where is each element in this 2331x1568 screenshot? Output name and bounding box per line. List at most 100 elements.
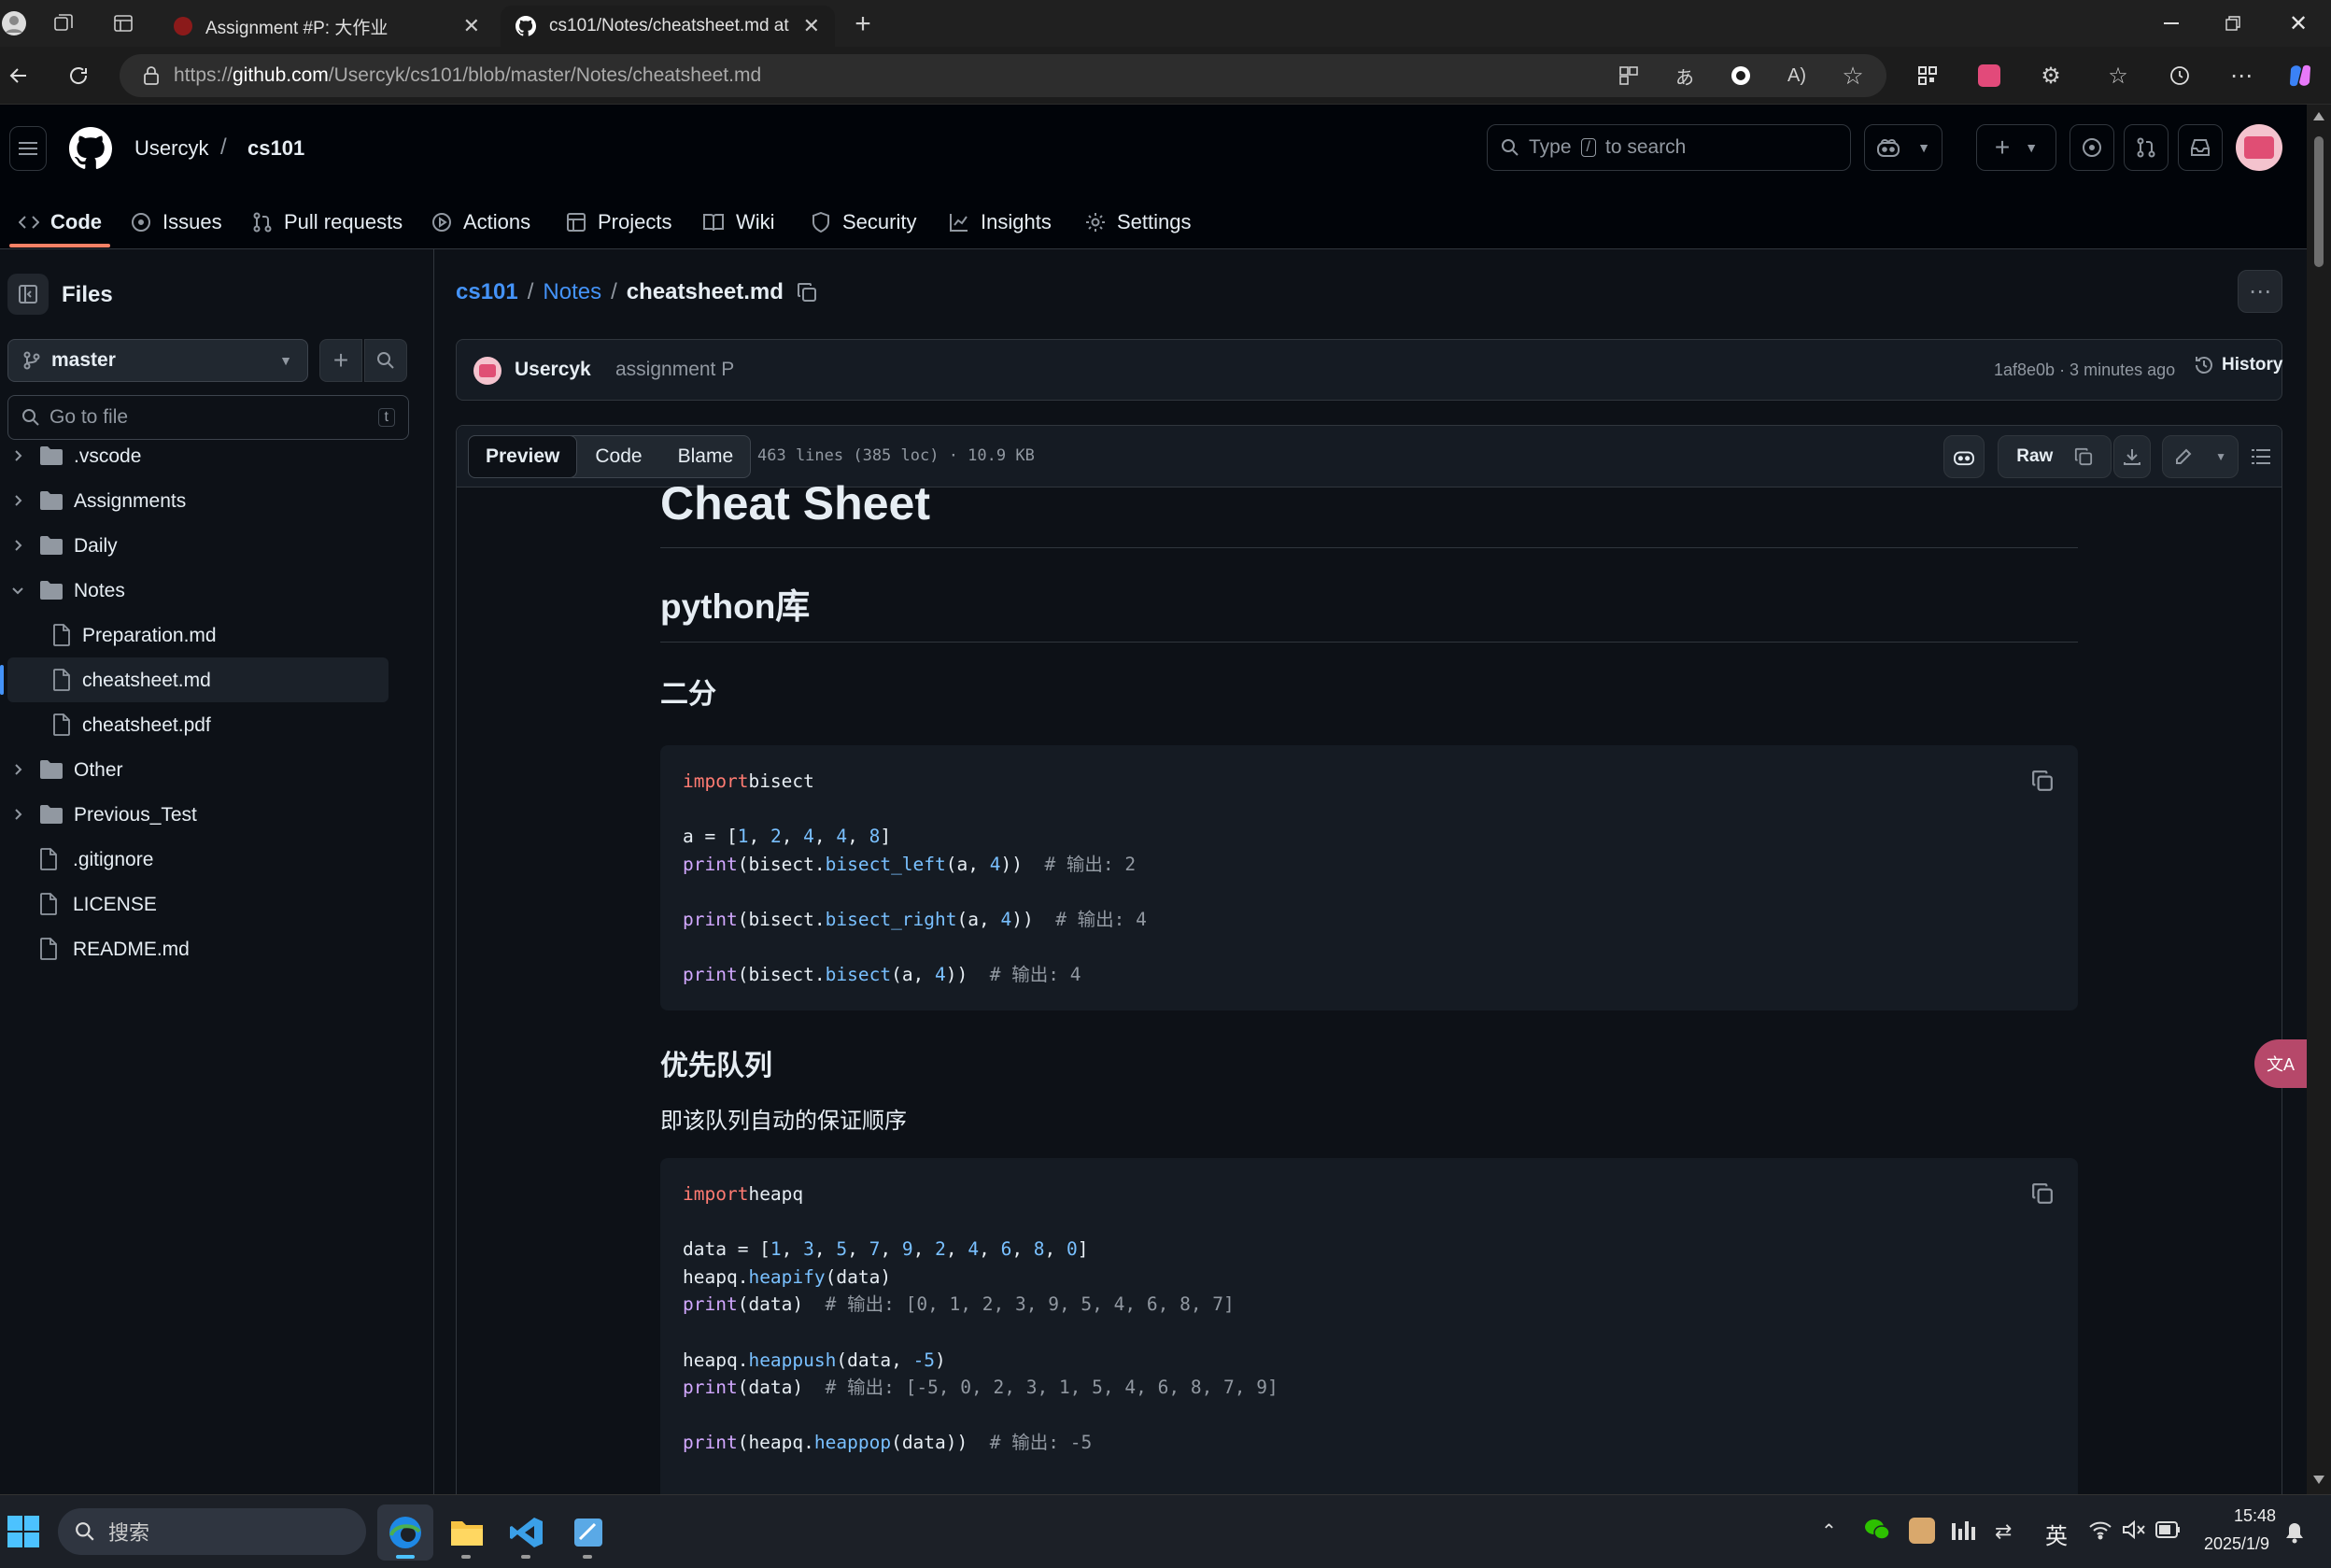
tab-wiki[interactable]: Wiki — [702, 198, 775, 247]
commit-meta[interactable]: 1af8e0b · 3 minutes ago — [1994, 360, 2175, 380]
bars-app-icon[interactable] — [1952, 1519, 1978, 1544]
edge-browser-icon[interactable] — [1726, 60, 1756, 92]
app-taskbar-icon[interactable] — [560, 1504, 616, 1561]
file-explorer-icon[interactable] — [439, 1504, 495, 1561]
tray-overflow-icon[interactable]: ⌃ — [1821, 1519, 1837, 1543]
close-window-button[interactable]: ✕ — [2267, 0, 2329, 47]
extensions-icon[interactable]: ⚙ — [2036, 60, 2066, 92]
cat-app-icon[interactable] — [1909, 1518, 1935, 1544]
branch-selector[interactable]: master ▼ — [7, 339, 308, 382]
refresh-icon[interactable] — [62, 60, 95, 92]
history-icon[interactable] — [2165, 60, 2195, 92]
tree-folder[interactable]: Other — [0, 747, 392, 792]
chevron-right-icon[interactable] — [11, 449, 24, 462]
translate-icon[interactable]: あ — [1670, 60, 1700, 92]
commit-message[interactable]: assignment P — [615, 359, 734, 381]
clock-time[interactable]: 15:48 — [2234, 1506, 2276, 1526]
pull-requests-button[interactable] — [2124, 124, 2169, 171]
wifi-icon[interactable] — [2088, 1519, 2112, 1540]
chevron-down-icon[interactable]: ▼ — [1917, 140, 1930, 155]
tab-cheatsheet[interactable]: cs101/Notes/cheatsheet.md at m ✕ — [501, 6, 835, 47]
tree-file[interactable]: Preparation.md — [0, 613, 392, 657]
github-logo-icon[interactable] — [69, 127, 112, 170]
tree-file[interactable]: .gitignore — [0, 837, 392, 882]
create-new-button[interactable]: + ▼ — [1976, 124, 2056, 171]
copy-path-icon[interactable] — [797, 282, 817, 303]
tree-file[interactable]: README.md — [0, 926, 392, 971]
tab-code[interactable]: Code — [19, 198, 102, 247]
tree-file[interactable]: cheatsheet.md — [0, 657, 388, 702]
tab-preview[interactable]: Preview — [468, 435, 578, 478]
scroll-up-icon[interactable] — [2313, 112, 2324, 120]
close-icon[interactable]: ✕ — [803, 14, 820, 38]
tree-file[interactable]: LICENSE — [0, 882, 392, 926]
back-icon[interactable] — [2, 60, 35, 92]
breadcrumb-repo-link[interactable]: cs101 — [456, 279, 518, 305]
chevron-right-icon[interactable] — [11, 808, 24, 821]
scroll-down-icon[interactable] — [2313, 1476, 2324, 1484]
notification-bell-icon[interactable] — [2284, 1521, 2305, 1544]
tab-code-view[interactable]: Code — [576, 436, 660, 477]
outline-button[interactable] — [2246, 435, 2276, 478]
new-tab-icon[interactable]: + — [846, 7, 880, 41]
profile-icon[interactable] — [0, 9, 28, 37]
favorites-icon[interactable]: ☆ — [2103, 60, 2133, 92]
ime-indicator[interactable]: 英 — [2045, 1518, 2068, 1550]
raw-button[interactable]: Raw — [1998, 435, 2112, 478]
chevron-right-icon[interactable] — [11, 763, 24, 776]
chevron-right-icon[interactable] — [11, 539, 24, 552]
more-menu-icon[interactable]: ⋯ — [2226, 60, 2256, 92]
tree-folder[interactable]: Assignments — [0, 478, 392, 523]
tab-pull-requests[interactable]: Pull requests — [252, 198, 403, 247]
download-button[interactable] — [2113, 435, 2151, 478]
chevron-right-icon[interactable] — [11, 494, 24, 507]
qr-icon[interactable] — [1913, 60, 1942, 92]
battery-icon[interactable] — [2155, 1521, 2182, 1538]
more-options-button[interactable]: ⋯ — [2238, 270, 2282, 313]
close-icon[interactable]: ✕ — [463, 14, 480, 38]
tree-folder[interactable]: Notes — [0, 568, 392, 613]
copy-code-button[interactable] — [2026, 764, 2059, 798]
page-scrollbar[interactable] — [2307, 105, 2331, 1494]
repo-link[interactable]: cs101 — [247, 136, 304, 161]
collapse-sidebar-button[interactable] — [7, 274, 49, 315]
start-button[interactable] — [7, 1516, 41, 1549]
history-button[interactable]: History — [2194, 355, 2282, 375]
copy-code-button[interactable] — [2026, 1177, 2059, 1210]
tab-blame[interactable]: Blame — [661, 436, 751, 477]
copy-icon[interactable] — [2074, 447, 2093, 466]
tab-security[interactable]: Security — [811, 198, 916, 247]
restore-button[interactable] — [2202, 0, 2264, 47]
tab-projects[interactable]: Projects — [566, 198, 671, 247]
search-files-button[interactable] — [364, 339, 407, 382]
vscode-icon[interactable] — [499, 1504, 555, 1561]
tree-folder[interactable]: Previous_Test — [0, 792, 392, 837]
tab-actions[interactable]: Actions — [431, 198, 530, 247]
tab-issues[interactable]: Issues — [131, 198, 222, 247]
issues-button[interactable] — [2070, 124, 2114, 171]
volume-muted-icon[interactable] — [2122, 1519, 2146, 1540]
workspaces-icon[interactable] — [49, 9, 78, 37]
hamburger-menu-button[interactable] — [9, 126, 47, 171]
read-aloud-icon[interactable]: A) — [1782, 60, 1812, 92]
tab-assignment[interactable]: Assignment #P: 大作业 ✕ — [159, 6, 495, 47]
app-view-icon[interactable] — [1614, 60, 1644, 92]
copilot-button[interactable]: ▼ — [1864, 124, 1942, 171]
clock-date[interactable]: 2025/1/9 — [2204, 1534, 2269, 1554]
translate-float-button[interactable]: 文A — [2254, 1039, 2307, 1088]
tab-insights[interactable]: Insights — [949, 198, 1052, 247]
tree-folder[interactable]: Daily — [0, 523, 392, 568]
edge-taskbar-icon[interactable] — [377, 1504, 433, 1561]
copilot-ask-button[interactable] — [1943, 435, 1985, 478]
inbox-button[interactable] — [2178, 124, 2223, 171]
edit-button[interactable]: ▼ — [2162, 435, 2239, 478]
scrollbar-thumb[interactable] — [2314, 136, 2324, 267]
owner-link[interactable]: Usercyk — [134, 136, 208, 161]
minimize-button[interactable] — [2140, 0, 2202, 47]
tab-settings[interactable]: Settings — [1085, 198, 1192, 247]
tree-folder[interactable]: .vscode — [0, 433, 392, 478]
add-file-button[interactable]: + — [319, 339, 362, 382]
search-input[interactable]: Type / to search — [1487, 124, 1851, 171]
avatar[interactable] — [2236, 124, 2282, 171]
tab-actions-icon[interactable] — [108, 9, 138, 37]
